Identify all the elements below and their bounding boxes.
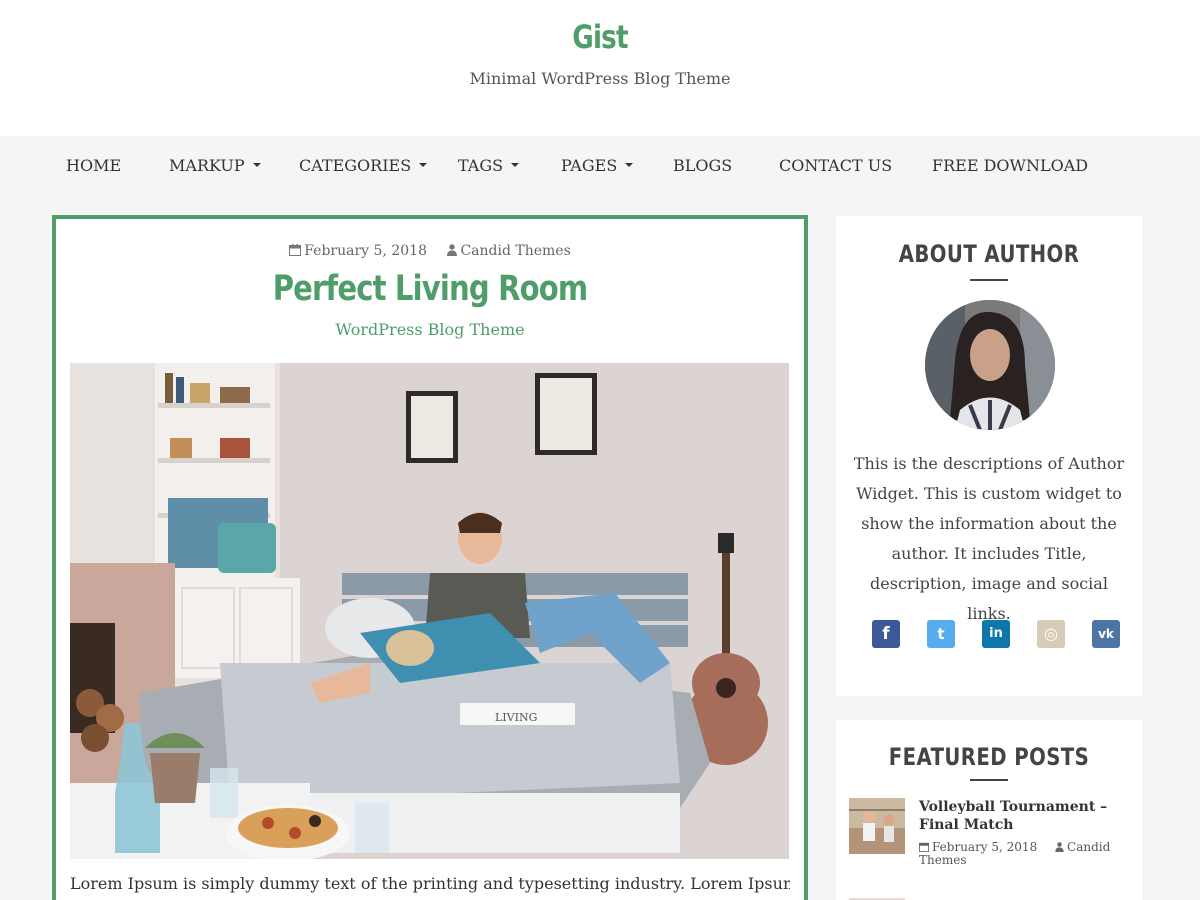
post-featured-image[interactable]: LIVING xyxy=(70,363,789,859)
nav-item-contact-us[interactable]: CONTACT US xyxy=(779,156,892,175)
volleyball-thumbnail-image xyxy=(849,798,905,854)
nav-item-blogs[interactable]: BLOGS xyxy=(673,156,732,175)
calendar-icon xyxy=(919,842,929,852)
featured-post-date[interactable]: February 5, 2018 xyxy=(919,840,1037,854)
title-divider xyxy=(970,779,1008,781)
calendar-icon xyxy=(289,244,302,256)
living-room-illustration: LIVING xyxy=(70,363,789,859)
user-icon xyxy=(1055,842,1064,852)
about-author-widget: ABOUT AUTHOR This is the descriptions of… xyxy=(836,216,1142,696)
chevron-down-icon xyxy=(419,162,428,167)
chevron-down-icon xyxy=(252,162,261,167)
featured-post-meta: February 5, 2018 Candid Themes xyxy=(919,841,1131,867)
site-header: Gist Minimal WordPress Blog Theme xyxy=(0,0,1200,136)
nav-item-tags[interactable]: TAGS xyxy=(458,156,520,175)
about-author-title: ABOUT AUTHOR xyxy=(898,240,1080,268)
user-icon xyxy=(447,244,458,256)
nav-item-free-download[interactable]: FREE DOWNLOAD xyxy=(932,156,1088,175)
nav-item-label: MARKUP xyxy=(169,156,245,175)
main-navigation: HOME MARKUP CATEGORIES TAGS PAGES BLOGS … xyxy=(0,136,1200,196)
instagram-icon[interactable]: ◎ xyxy=(1037,620,1065,648)
nav-item-pages[interactable]: PAGES xyxy=(561,156,634,175)
post-author-text: Candid Themes xyxy=(460,243,571,259)
nav-item-label: PAGES xyxy=(561,156,618,175)
nav-item-label: CATEGORIES xyxy=(299,156,412,175)
site-tagline: Minimal WordPress Blog Theme xyxy=(469,69,731,88)
nav-item-label: TAGS xyxy=(458,156,504,175)
author-avatar xyxy=(925,300,1055,430)
nav-item-markup[interactable]: MARKUP xyxy=(169,156,261,175)
linkedin-icon[interactable]: in xyxy=(982,620,1010,648)
featured-post-title[interactable]: Volleyball Tournament – Final Match xyxy=(919,798,1131,834)
post-subtitle: WordPress Blog Theme xyxy=(335,320,525,339)
vk-icon[interactable]: vk xyxy=(1092,620,1120,648)
post-author[interactable]: Candid Themes xyxy=(447,243,571,259)
post-date-text: February 5, 2018 xyxy=(304,243,427,259)
chevron-down-icon xyxy=(625,162,634,167)
post-meta: February 5, 2018 Candid Themes xyxy=(56,243,804,259)
title-divider xyxy=(970,279,1008,281)
facebook-icon[interactable]: f xyxy=(872,620,900,648)
post-excerpt: Lorem Ipsum is simply dummy text of the … xyxy=(70,874,790,893)
twitter-icon[interactable]: t xyxy=(927,620,955,648)
featured-post-date-text: February 5, 2018 xyxy=(932,840,1038,854)
nav-item-label: HOME xyxy=(66,156,122,175)
nav-item-categories[interactable]: CATEGORIES xyxy=(299,156,428,175)
post-title[interactable]: Perfect Living Room xyxy=(120,269,741,309)
featured-posts-title: FEATURED POSTS xyxy=(888,743,1090,771)
nav-item-label: FREE DOWNLOAD xyxy=(932,156,1089,175)
site-title[interactable]: Gist xyxy=(108,18,1092,56)
featured-posts-widget: FEATURED POSTS Volleyball Tournament – F… xyxy=(836,720,1142,900)
post-date[interactable]: February 5, 2018 xyxy=(289,243,427,259)
featured-post-thumbnail[interactable] xyxy=(849,798,905,854)
post-card: February 5, 2018 Candid Themes Perfect L… xyxy=(52,215,808,900)
nav-item-home[interactable]: HOME xyxy=(66,156,121,175)
nav-item-label: BLOGS xyxy=(673,156,733,175)
nav-item-label: CONTACT US xyxy=(779,156,893,175)
tray-text: LIVING xyxy=(495,711,537,724)
chevron-down-icon xyxy=(511,162,520,167)
author-description: This is the descriptions of Author Widge… xyxy=(853,454,1125,623)
author-avatar-image xyxy=(925,300,1055,430)
social-links: f t in ◎ vk xyxy=(836,620,1142,650)
